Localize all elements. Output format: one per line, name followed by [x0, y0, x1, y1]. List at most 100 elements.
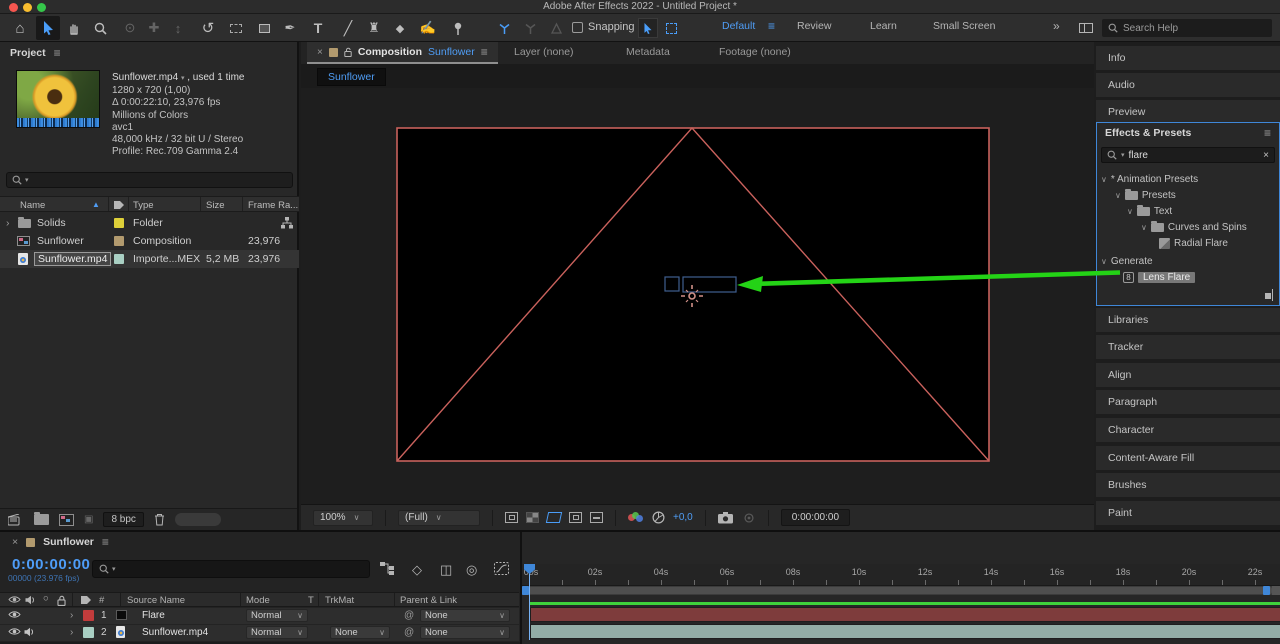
graph-editor-icon[interactable]: [494, 562, 509, 575]
motion-blur-icon[interactable]: ◎: [466, 562, 477, 578]
audio-column-icon[interactable]: [25, 595, 36, 605]
column-trkmat[interactable]: TrkMat: [325, 595, 354, 606]
help-search-input[interactable]: Search Help: [1102, 19, 1272, 37]
roto-brush-tool-icon[interactable]: ✍: [416, 16, 440, 40]
tree-item-lens-flare-effect[interactable]: 8 Lens Flare: [1097, 269, 1279, 285]
new-folder-icon[interactable]: [34, 512, 49, 525]
layer-tab[interactable]: Layer (none): [514, 46, 574, 58]
blend-mode-dropdown[interactable]: Normal ∨: [246, 626, 308, 639]
sort-ascending-icon[interactable]: ▲: [92, 200, 100, 209]
layer-expand-icon[interactable]: ›: [70, 627, 73, 638]
snap-to-features-icon[interactable]: [638, 18, 658, 38]
workspace-tab-learn[interactable]: Learn: [870, 20, 897, 32]
snap-options-icon[interactable]: [661, 18, 681, 38]
panel-tab-character[interactable]: Character: [1096, 418, 1280, 442]
column-t[interactable]: T: [308, 595, 314, 606]
panel-menu-icon[interactable]: ≡: [102, 535, 109, 549]
bit-depth-button[interactable]: 8 bpc: [103, 512, 144, 527]
layer-audio-icon[interactable]: [24, 627, 35, 637]
column-parent-link[interactable]: Parent & Link: [400, 595, 457, 606]
label-color-swatch[interactable]: [114, 218, 124, 228]
footage-thumbnail[interactable]: [16, 70, 100, 128]
workspace-tab-review[interactable]: Review: [797, 20, 831, 32]
panel-menu-icon[interactable]: ≡: [54, 46, 61, 60]
fast-previews-icon[interactable]: [505, 512, 518, 523]
column-type[interactable]: Type: [133, 200, 154, 211]
brush-tool-icon[interactable]: ╱: [336, 16, 360, 40]
type-tool-icon[interactable]: T: [306, 16, 330, 40]
expand-icon[interactable]: ›: [6, 217, 10, 229]
work-area-start-handle[interactable]: [522, 586, 529, 595]
composition-tab[interactable]: × Composition Sunflower ≡: [307, 42, 498, 64]
puppet-pin-tool-icon[interactable]: [446, 16, 470, 40]
project-row-sunflower-comp[interactable]: Sunflower Composition 23,976: [0, 232, 299, 250]
unlock-icon[interactable]: [344, 47, 352, 57]
layer-label-swatch[interactable]: [83, 627, 94, 638]
current-timecode[interactable]: 0:00:00:00: [12, 556, 90, 573]
solo-column-icon[interactable]: ○: [43, 593, 49, 604]
tree-item-radial-flare-preset[interactable]: Radial Flare: [1097, 235, 1279, 251]
track-matte-dropdown[interactable]: None ∨: [330, 626, 390, 639]
resolution-dropdown[interactable]: (Full) ∨: [398, 509, 480, 526]
tree-item-generate-category[interactable]: ∨ Generate: [1097, 253, 1279, 269]
search-options-dropdown-icon[interactable]: ▾: [25, 176, 29, 184]
interpret-footage-icon[interactable]: [8, 513, 24, 526]
search-options-dropdown-icon[interactable]: ▾: [112, 565, 116, 573]
lock-column-icon[interactable]: [57, 595, 66, 606]
selection-tool-icon[interactable]: [36, 16, 60, 40]
pickwhip-icon[interactable]: @: [404, 627, 414, 638]
column-size[interactable]: Size: [206, 200, 224, 211]
column-number[interactable]: #: [99, 595, 104, 606]
video-column-icon[interactable]: [8, 595, 21, 604]
effects-search-input[interactable]: ▾ flare ×: [1101, 147, 1275, 163]
channel-settings-icon[interactable]: [628, 511, 644, 524]
orbit-camera-tool-icon[interactable]: ⊙: [118, 16, 142, 40]
layer-row-sunflower[interactable]: › 2 Sunflower.mp4 Normal ∨ None ∨ @ None…: [0, 625, 519, 641]
layer-duration-bar-sunflower[interactable]: [530, 624, 1280, 639]
effects-panel-title[interactable]: Effects & Presets: [1105, 127, 1191, 139]
preview-timecode[interactable]: 0:00:00:00: [780, 509, 851, 526]
tree-item-text-folder[interactable]: ∨ Text: [1097, 203, 1279, 219]
eraser-tool-icon[interactable]: ◆: [388, 16, 412, 40]
label-column-icon[interactable]: [80, 595, 92, 605]
pickwhip-icon[interactable]: @: [404, 610, 414, 621]
dolly-camera-tool-icon[interactable]: ↕: [166, 16, 190, 40]
project-search-input[interactable]: ▾: [6, 172, 293, 188]
layer-name[interactable]: Sunflower.mp4: [142, 627, 208, 638]
label-color-swatch[interactable]: [114, 254, 124, 264]
workspace-overflow-icon[interactable]: »: [1053, 19, 1060, 33]
chevron-down-icon[interactable]: ∨: [1115, 191, 1121, 200]
new-composition-icon[interactable]: [59, 513, 74, 526]
panel-tab-audio[interactable]: Audio: [1096, 73, 1280, 97]
chevron-down-icon[interactable]: ∨: [1127, 207, 1133, 216]
local-axis-mode-icon[interactable]: [492, 16, 516, 40]
panel-tab-paragraph[interactable]: Paragraph: [1096, 390, 1280, 414]
layer-duration-bar-flare[interactable]: [530, 607, 1280, 622]
region-of-interest-icon[interactable]: [569, 512, 582, 523]
hand-tool-icon[interactable]: [62, 16, 86, 40]
transparency-grid-icon[interactable]: [526, 512, 539, 523]
workspace-menu-icon[interactable]: ≡: [768, 19, 775, 33]
comp-flowchart-button[interactable]: Sunflower: [317, 68, 386, 86]
snapping-checkbox[interactable]: [572, 21, 583, 33]
work-area-end-handle[interactable]: [1263, 586, 1270, 595]
home-icon[interactable]: ⌂: [8, 16, 32, 40]
panel-menu-icon[interactable]: ≡: [1264, 126, 1271, 140]
snapshot-camera-icon[interactable]: [717, 511, 734, 524]
workspace-switcher-icon[interactable]: [1076, 16, 1096, 40]
timeline-search-input[interactable]: ▾: [92, 560, 370, 578]
view-axis-mode-icon[interactable]: [544, 16, 568, 40]
panel-tab-info[interactable]: Info: [1096, 46, 1280, 70]
chevron-down-icon[interactable]: ∨: [1141, 223, 1147, 232]
clear-search-icon[interactable]: ×: [1263, 150, 1269, 161]
project-row-solids[interactable]: › Solids Folder: [0, 214, 299, 232]
pan-camera-tool-icon[interactable]: ✚: [142, 16, 166, 40]
project-row-sunflower-mp4[interactable]: Sunflower.mp4 Importe...MEX 5,2 MB 23,97…: [0, 250, 299, 268]
proxy-icon[interactable]: ▣: [84, 514, 93, 525]
exposure-value[interactable]: +0,0: [673, 512, 693, 523]
new-panel-corner-icon[interactable]: [1272, 289, 1273, 301]
layer-expand-icon[interactable]: ›: [70, 610, 73, 621]
tree-item-presets-folder[interactable]: ∨ Presets: [1097, 187, 1279, 203]
layer-visibility-icon[interactable]: [8, 627, 21, 636]
panel-tab-content-aware-fill[interactable]: Content-Aware Fill: [1096, 446, 1280, 470]
